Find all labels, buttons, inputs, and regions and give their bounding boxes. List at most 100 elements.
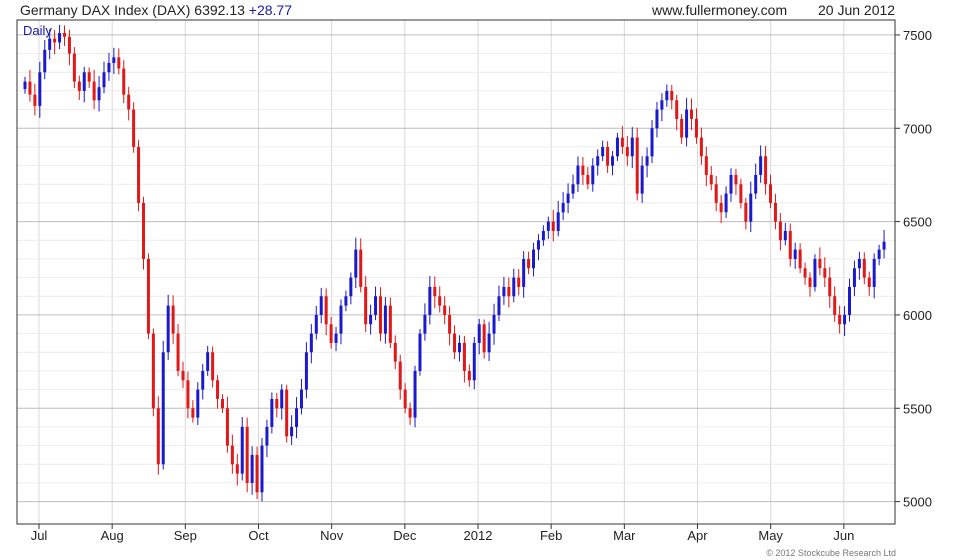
- candle-body: [778, 221, 782, 241]
- y-tick-label: 5500: [903, 401, 932, 416]
- candle-body: [62, 33, 66, 37]
- x-tick-label: Dec: [393, 528, 417, 543]
- candle-body: [304, 352, 308, 390]
- candle-body: [852, 268, 856, 287]
- candle-body: [783, 230, 787, 241]
- candle-body: [882, 241, 886, 250]
- candle-body: [201, 370, 205, 390]
- candle-body: [536, 240, 540, 250]
- candle-body: [571, 184, 575, 194]
- candle-body: [699, 137, 703, 157]
- candle-body: [453, 333, 457, 353]
- candle-body: [620, 137, 624, 147]
- candle-body: [769, 184, 773, 203]
- x-tick-label: Nov: [320, 528, 344, 543]
- candle-body: [546, 221, 550, 231]
- candle-body: [838, 314, 842, 325]
- candle-body: [877, 249, 881, 259]
- candle-body: [388, 305, 392, 343]
- candle-body: [369, 314, 373, 325]
- candle-body: [285, 389, 289, 437]
- candle-body: [112, 57, 116, 63]
- candle-body: [502, 286, 506, 297]
- candle-body: [517, 277, 521, 287]
- candle-body: [72, 53, 76, 82]
- candle-body: [235, 464, 239, 474]
- candle-body: [764, 156, 768, 185]
- candle-body: [295, 408, 299, 427]
- candle-body: [374, 296, 378, 315]
- candle-body: [413, 370, 417, 418]
- candle-body: [344, 296, 348, 306]
- candle-body: [586, 174, 590, 185]
- candle-body: [418, 333, 422, 371]
- candle-body: [260, 445, 264, 493]
- candle-body: [561, 202, 565, 213]
- candle-body: [408, 408, 412, 418]
- candle-body: [137, 146, 141, 203]
- candle-body: [640, 165, 644, 194]
- candle-body: [181, 370, 185, 381]
- candle-body: [117, 57, 121, 69]
- candle-body: [581, 165, 585, 175]
- candle-body: [714, 184, 718, 203]
- candle-body: [497, 296, 501, 315]
- candle-body: [132, 109, 136, 147]
- candle-body: [828, 277, 832, 297]
- candle-body: [867, 277, 871, 287]
- candle-body: [823, 268, 827, 278]
- candle-body: [566, 193, 570, 203]
- candle-body: [507, 286, 511, 297]
- x-tick-label: Mar: [613, 528, 636, 543]
- candle-body: [186, 380, 190, 409]
- candle-body: [862, 258, 866, 278]
- candle-body: [349, 277, 353, 297]
- candle-body: [127, 94, 131, 110]
- candle-body: [354, 249, 358, 278]
- candle-body: [694, 118, 698, 138]
- candle-body: [477, 324, 481, 343]
- candle-body: [82, 72, 86, 91]
- candle-body: [359, 249, 363, 287]
- candle-body: [482, 324, 486, 353]
- candle-body: [324, 296, 328, 325]
- candle-body: [58, 33, 62, 43]
- candle-body: [655, 109, 659, 129]
- candle-body: [472, 342, 476, 381]
- candle-body: [250, 454, 254, 483]
- candle-body: [423, 314, 427, 334]
- candle-body: [611, 156, 615, 166]
- candle-body: [206, 352, 210, 371]
- x-tick-label: Feb: [540, 528, 562, 543]
- candle-body: [724, 193, 728, 213]
- candle-body: [857, 258, 861, 269]
- candle-body: [665, 90, 669, 101]
- candle-body: [749, 193, 753, 222]
- candle-body: [290, 426, 294, 437]
- candle-body: [522, 258, 526, 287]
- candle-body: [28, 81, 32, 95]
- candle-body: [230, 445, 234, 465]
- candle-body: [211, 352, 215, 381]
- candle-body: [601, 146, 605, 157]
- candle-body: [92, 81, 96, 101]
- candle-body: [245, 426, 249, 483]
- candle-body: [48, 38, 52, 50]
- candle-body: [709, 174, 713, 185]
- candle-body: [191, 408, 195, 418]
- candle-body: [53, 38, 57, 43]
- candle-body: [102, 72, 106, 88]
- candle-body: [339, 305, 343, 334]
- candle-body: [146, 258, 150, 334]
- candle-body: [650, 128, 654, 157]
- y-tick-label: 7500: [903, 28, 932, 43]
- candle-body: [487, 333, 491, 353]
- candle-body: [532, 249, 536, 269]
- candle-body: [309, 333, 313, 353]
- candle-body: [670, 90, 674, 101]
- candle-body: [433, 286, 437, 297]
- candle-body: [87, 72, 91, 82]
- candle-body: [872, 258, 876, 287]
- candle-body: [833, 296, 837, 315]
- candle-body: [275, 398, 279, 409]
